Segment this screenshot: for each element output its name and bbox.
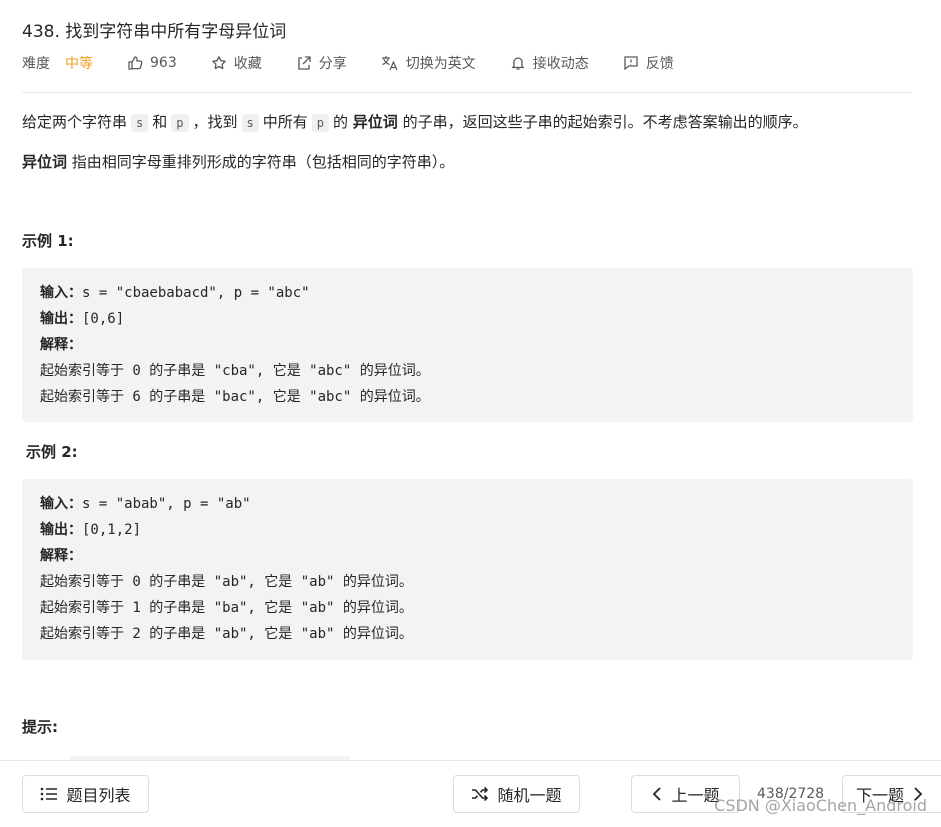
translate-icon	[381, 56, 398, 71]
header-divider	[22, 92, 912, 93]
desc-text: 的子串，返回这些子串的起始索引。不考虑答案输出的顺序。	[402, 113, 808, 131]
inline-code: s	[131, 114, 149, 132]
description-paragraph-2: 异位词 指由相同字母重排列形成的字符串（包括相同的字符串）。	[22, 150, 454, 174]
notify-button[interactable]: 接收动态	[510, 53, 589, 73]
problem-meta-bar: 难度 中等 963 收藏 分享 切换为英文 接收动态 反馈	[22, 52, 708, 74]
feedback-icon	[624, 56, 638, 71]
prev-problem-button[interactable]: 上一题	[631, 775, 740, 813]
problem-counter: 438/2728	[757, 786, 825, 802]
desc-text: 指由相同字母重排列形成的字符串（包括相同的字符串）。	[71, 153, 455, 171]
example-input-line: 输入：s = "abab", p = "ab"	[40, 491, 895, 517]
example-input-line: 输入：s = "cbaebabacd", p = "abc"	[40, 280, 895, 306]
output-label: 输出：	[40, 311, 82, 327]
explain-label: 解释：	[40, 548, 82, 564]
bottom-toolbar: 题目列表 随机一题 上一题 438/2728 下一题	[0, 760, 941, 827]
share-label: 分享	[318, 56, 347, 72]
next-problem-label: 下一题	[856, 786, 905, 805]
problem-list-button[interactable]: 题目列表	[22, 775, 149, 813]
inline-code: s	[241, 114, 259, 132]
chevron-right-icon	[914, 787, 923, 801]
shuffle-icon	[472, 786, 489, 802]
translate-label: 切换为英文	[405, 56, 476, 72]
input-value: s = "abab", p = "ab"	[82, 496, 251, 512]
example-output-line: 输出：[0,1,2]	[40, 517, 895, 543]
next-problem-button[interactable]: 下一题	[842, 775, 941, 813]
problem-title: 438. 找到字符串中所有字母异位词	[22, 22, 287, 42]
translate-button[interactable]: 切换为英文	[381, 53, 476, 73]
inline-code: p	[171, 114, 189, 132]
example-explain-label: 解释：	[40, 543, 895, 569]
explain-label: 解释：	[40, 337, 82, 353]
desc-text: 中所有	[262, 113, 308, 131]
share-button[interactable]: 分享	[296, 53, 347, 73]
example-2-title: 示例 2:	[26, 443, 78, 461]
problem-list-label: 题目列表	[66, 786, 131, 805]
input-value: s = "cbaebabacd", p = "abc"	[82, 285, 310, 301]
explain-line: 起始索引等于 1 的子串是 "ba", 它是 "ab" 的异位词。	[40, 600, 413, 616]
input-label: 输入：	[40, 496, 82, 512]
random-problem-button[interactable]: 随机一题	[453, 775, 580, 813]
thumbs-up-icon	[128, 56, 143, 70]
prev-problem-label: 上一题	[671, 786, 720, 805]
bold-term: 异位词	[352, 113, 398, 131]
example-2-box: 输入：s = "abab", p = "ab" 输出：[0,1,2] 解释： 起…	[22, 479, 913, 660]
chevron-left-icon	[653, 787, 662, 801]
explain-line: 起始索引等于 0 的子串是 "cba", 它是 "abc" 的异位词。	[40, 363, 430, 379]
list-icon	[41, 787, 58, 801]
explain-line: 起始索引等于 6 的子串是 "bac", 它是 "abc" 的异位词。	[40, 389, 430, 405]
favorite-label: 收藏	[233, 56, 262, 72]
output-label: 输出：	[40, 522, 82, 538]
feedback-label: 反馈	[645, 56, 674, 72]
desc-text: 和	[152, 113, 168, 131]
input-label: 输入：	[40, 285, 82, 301]
desc-text: 给定两个字符串	[22, 113, 128, 131]
bold-term: 异位词	[22, 153, 68, 171]
random-problem-label: 随机一题	[497, 786, 562, 805]
star-icon	[211, 56, 226, 70]
explain-line: 起始索引等于 2 的子串是 "ab", 它是 "ab" 的异位词。	[40, 626, 413, 642]
bell-icon	[511, 57, 525, 70]
share-icon	[298, 56, 311, 70]
explain-line: 起始索引等于 0 的子串是 "ab", 它是 "ab" 的异位词。	[40, 574, 413, 590]
description-paragraph-1: 给定两个字符串 s 和 p ，找到 s 中所有 p 的 异位词 的子串，返回这些子串的起始索引。…	[22, 110, 808, 135]
desc-text: ，找到	[192, 113, 238, 131]
problem-page: 438. 找到字符串中所有字母异位词 难度 中等 963 收藏 分享 切换为英文…	[0, 0, 941, 827]
output-value: [0,6]	[82, 311, 125, 327]
favorite-button[interactable]: 收藏	[211, 53, 262, 73]
example-output-line: 输出：[0,6]	[40, 306, 895, 332]
inline-code: p	[311, 114, 329, 132]
like-count: 963	[150, 55, 177, 71]
notify-label: 接收动态	[532, 56, 589, 72]
output-value: [0,1,2]	[82, 522, 142, 538]
example-explain-label: 解释：	[40, 332, 895, 358]
feedback-button[interactable]: 反馈	[623, 53, 674, 73]
difficulty-badge: 中等	[65, 56, 93, 72]
desc-text: 的	[333, 113, 349, 131]
difficulty-label: 难度	[22, 56, 50, 72]
example-1-box: 输入：s = "cbaebabacd", p = "abc" 输出：[0,6] …	[22, 268, 913, 422]
example-1-title: 示例 1:	[22, 232, 74, 250]
like-button[interactable]: 963	[127, 55, 177, 71]
hint-title: 提示:	[22, 718, 58, 736]
